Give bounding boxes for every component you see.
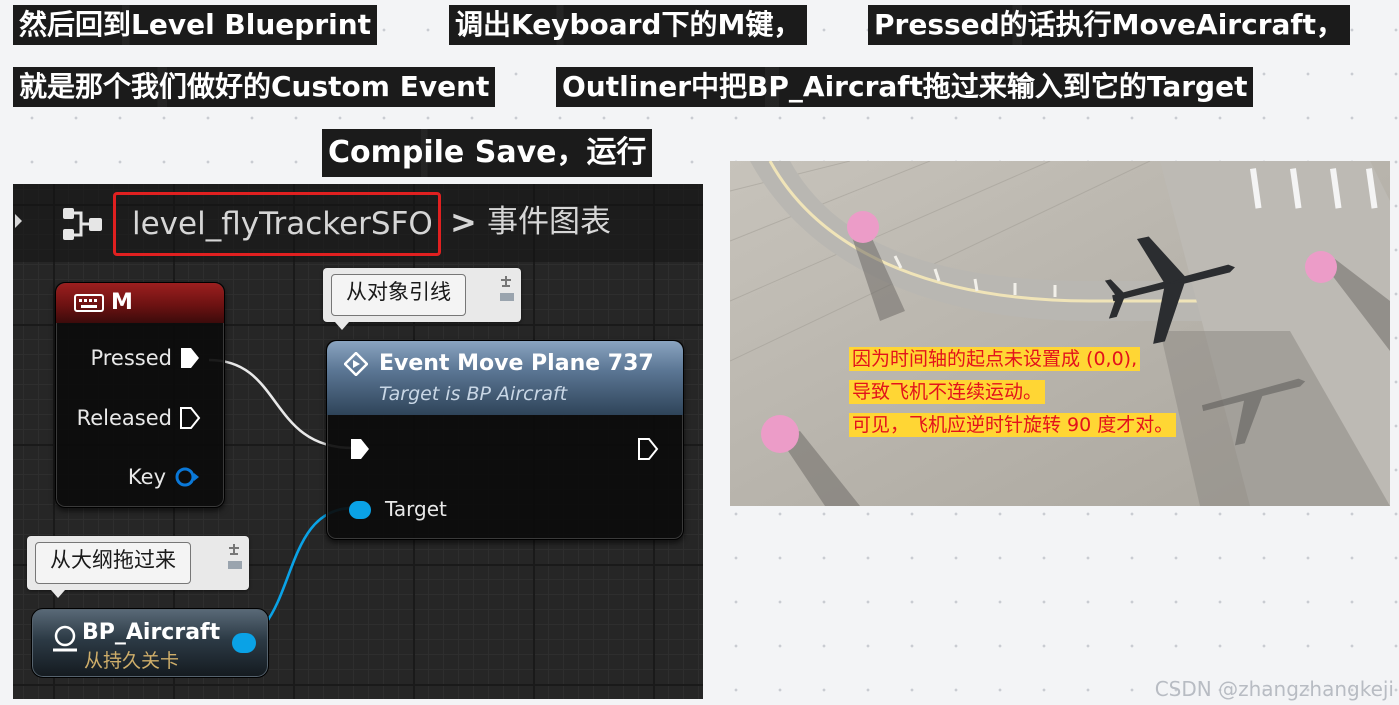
caption-text: 就是那个我们做好的Custom Event <box>19 70 490 103</box>
pressed-exec-pin[interactable] <box>179 346 201 370</box>
waypoint-marker <box>1305 251 1337 283</box>
caption-text: Outliner中把BP_Aircraft拖过来输入到它的Target <box>562 70 1248 103</box>
comment-text: 从对象引线 <box>331 274 466 316</box>
aerial-airport-photo <box>730 161 1390 506</box>
breadcrumb-separator: > <box>450 203 477 241</box>
caption-compile-save: Compile Save，运行 <box>322 129 653 177</box>
actor-reference-icon <box>53 625 77 652</box>
target-pin-label: Target <box>385 497 447 521</box>
comment-tail <box>51 590 65 598</box>
level-name-highlight[interactable]: level_flyTrackerSFO <box>113 192 441 256</box>
comment-pin-icon[interactable] <box>497 274 517 304</box>
caption-level-blueprint: 然后回到Level Blueprint <box>13 5 378 45</box>
actor-output-pin[interactable] <box>232 633 256 653</box>
caption-pressed-execute: Pressed的话执行MoveAircraft， <box>868 5 1350 45</box>
comment-drag-from-outliner[interactable]: 从大纲拖过来 <box>27 536 249 598</box>
graph-header-bar: level_flyTrackerSFO > 事件图表 <box>13 184 703 262</box>
event-exec-in-pin[interactable] <box>349 437 371 461</box>
key-struct-pin[interactable] <box>174 465 200 489</box>
comment-pin-icon[interactable] <box>225 542 245 572</box>
actor-node-title: BP_Aircraft <box>82 620 221 645</box>
released-exec-pin[interactable] <box>179 406 201 430</box>
comment-tail <box>335 322 349 330</box>
comment-text: 从大纲拖过来 <box>35 542 191 584</box>
target-object-pin[interactable] <box>349 501 371 519</box>
caption-keyboard-m: 调出Keyboard下的M键， <box>449 5 808 45</box>
pressed-pin-label: Pressed <box>90 346 172 370</box>
key-node-title: M <box>111 290 133 315</box>
event-diamond-icon <box>344 352 368 376</box>
csdn-watermark: CSDN @zhangzhangkeji <box>1154 677 1394 701</box>
event-node-subtitle: Target is BP Aircraft <box>379 383 568 405</box>
key-pin-label: Key <box>127 465 166 489</box>
keyboard-m-node[interactable]: M Pressed Released Key <box>55 282 225 508</box>
panel-toggle-icon[interactable] <box>15 214 22 228</box>
event-node-header: Event Move Plane 737 Target is BP Aircra… <box>327 341 683 415</box>
caption-text: Compile Save，运行 <box>328 135 647 170</box>
released-pin-label: Released <box>76 406 172 430</box>
caption-text: 然后回到Level Blueprint <box>19 8 372 41</box>
breadcrumb-event-graph[interactable]: 事件图表 <box>487 202 611 242</box>
annotation-line: 导致飞机不连续运动。 <box>849 380 1046 404</box>
waypoint-marker <box>761 415 799 453</box>
caption-text: Pressed的话执行MoveAircraft， <box>874 8 1344 41</box>
actor-node-subtitle: 从持久关卡 <box>84 650 180 672</box>
event-move-plane-node[interactable]: Event Move Plane 737 Target is BP Aircra… <box>326 340 684 540</box>
waypoint-marker <box>847 211 879 243</box>
caption-custom-event: 就是那个我们做好的Custom Event <box>13 67 496 107</box>
blueprint-graph-icon <box>63 208 102 240</box>
airport-aerial-image <box>730 161 1390 506</box>
event-exec-out-pin[interactable] <box>637 437 659 461</box>
event-node-title: Event Move Plane 737 <box>379 351 654 376</box>
blueprint-graph-panel[interactable]: level_flyTrackerSFO > 事件图表 M Pressed Rel… <box>13 184 703 699</box>
annotation-line: 因为时间轴的起点未设置成 (0,0), <box>849 347 1141 371</box>
comment-from-object-wire[interactable]: 从对象引线 <box>323 268 521 330</box>
key-node-header: M <box>56 283 224 323</box>
keyboard-icon <box>74 294 104 312</box>
photo-annotation: 因为时间轴的起点未设置成 (0,0), 导致飞机不连续运动。 可见，飞机应逆时针… <box>849 343 1177 442</box>
annotation-line: 可见，飞机应逆时针旋转 90 度才对。 <box>849 413 1177 437</box>
caption-text: 调出Keyboard下的M键， <box>455 8 802 41</box>
bp-aircraft-reference-node[interactable]: BP_Aircraft 从持久关卡 <box>31 608 269 678</box>
caption-outliner-target: Outliner中把BP_Aircraft拖过来输入到它的Target <box>556 67 1254 107</box>
